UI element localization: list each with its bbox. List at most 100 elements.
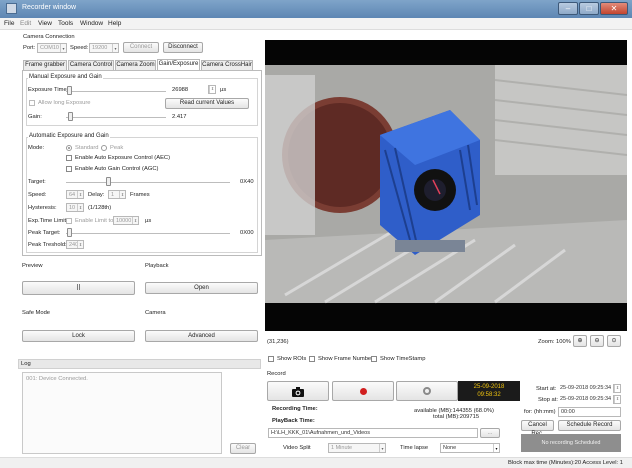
spinner-arrows-icon: ⇕	[209, 86, 215, 93]
chevron-down-icon: ▾	[112, 44, 118, 52]
target-slider-track	[66, 182, 230, 183]
mode-peak-label: Peak	[110, 145, 124, 151]
pause-preview-button[interactable]: II	[22, 281, 135, 295]
schedule-record-button[interactable]: Schedule Record	[558, 420, 621, 431]
exposure-slider-handle[interactable]	[67, 86, 72, 95]
show-rois-checkbox[interactable]	[268, 356, 274, 362]
menu-window[interactable]: Window	[80, 20, 103, 27]
zoom-out-icon[interactable]: ⊖	[590, 335, 604, 347]
menu-view[interactable]: View	[38, 20, 52, 27]
status-bar: Block max time (Minutes):20 Access Level…	[0, 457, 632, 468]
mode-standard-radio[interactable]	[66, 145, 72, 151]
allow-long-exposure-checkbox[interactable]	[29, 100, 35, 106]
maximize-button[interactable]: □	[579, 2, 599, 15]
spinner-arrows-icon: ⇕	[614, 385, 620, 392]
gain-value: 2.417	[172, 114, 187, 120]
start-at-input[interactable]: 25-09-2018 09:25:34	[558, 384, 621, 394]
menu-bar: File Edit View Tools Window Help	[0, 18, 632, 30]
save-path-input[interactable]: H:\LH_KKK_01\Aufnahmen_und_Videos	[268, 428, 478, 438]
stop-button[interactable]	[396, 381, 458, 401]
peak-threshold-input[interactable]: 240 ⇕	[66, 240, 84, 249]
exposure-value: 26988	[172, 87, 189, 93]
disconnect-button[interactable]: Disconnect	[163, 42, 203, 53]
frames-label: Frames	[130, 192, 150, 198]
gain-slider-track	[66, 117, 166, 118]
port-select[interactable]: COM10 ▾	[37, 43, 67, 53]
video-preview[interactable]	[265, 40, 628, 331]
clear-log-button[interactable]: Clear	[230, 443, 256, 454]
gain-label: Gain:	[28, 114, 42, 120]
agc-checkbox[interactable]	[66, 166, 72, 172]
exposure-spinner[interactable]: ⇕	[208, 85, 216, 94]
disk-total: total (MB):209715	[433, 414, 480, 420]
menu-tools[interactable]: Tools	[58, 20, 73, 27]
open-button[interactable]: Open	[145, 282, 258, 294]
menu-edit[interactable]: Edit	[20, 20, 31, 27]
stop-at-input[interactable]: 25-09-2018 09:25:34	[558, 395, 621, 405]
advanced-button[interactable]: Advanced	[145, 330, 258, 342]
delay-input[interactable]: 1 ⇕	[108, 190, 126, 199]
stop-at-spinner[interactable]: ⇕	[613, 395, 621, 404]
minimize-button[interactable]: –	[558, 2, 578, 15]
hysteresis-input[interactable]: 10 ⇕	[66, 203, 84, 212]
title-bar: Recorder window – □ ✕	[0, 0, 632, 18]
record-clock-date: 25-09-2018	[473, 384, 505, 390]
duration-input[interactable]: 00:00	[558, 407, 621, 417]
mode-peak-radio[interactable]	[101, 145, 107, 151]
lock-button[interactable]: Lock	[22, 330, 135, 342]
zoom-level: Zoom: 100%	[538, 339, 571, 345]
peak-target-value: 0X00	[240, 230, 254, 236]
auto-speed-input[interactable]: 64 ⇕	[66, 190, 84, 199]
spinner-arrows-icon: ⇕	[614, 396, 620, 403]
start-at-spinner[interactable]: ⇕	[613, 384, 621, 393]
allow-long-exposure-label: Allow long Exposure	[38, 100, 91, 106]
zoom-fit-icon[interactable]: ⊙	[607, 335, 621, 347]
camera-icon	[292, 387, 304, 397]
record-button[interactable]	[332, 381, 394, 401]
menu-file[interactable]: File	[4, 20, 14, 27]
exposure-slider-track	[66, 91, 166, 92]
close-button[interactable]: ✕	[600, 2, 628, 15]
video-split-select[interactable]: 1 Minute ▾	[328, 443, 386, 453]
spinner-arrows-icon: ⇕	[119, 191, 125, 198]
gain-slider-handle[interactable]	[68, 112, 73, 121]
tab-camera-zoom[interactable]: Camera Zoom	[115, 60, 156, 70]
target-slider-handle[interactable]	[106, 177, 111, 186]
tab-camera-crosshair[interactable]: Camera CrossHair	[201, 60, 253, 70]
target-label: Target:	[28, 179, 46, 185]
tab-camera-control[interactable]: Camera Control	[68, 60, 114, 70]
recording-time-label: Recording Time:	[272, 406, 318, 412]
show-timestamp-checkbox[interactable]	[371, 356, 377, 362]
start-at-label: Start at:	[536, 386, 557, 392]
speed-select[interactable]: 19200 ▾	[89, 43, 119, 53]
cursor-coordinates: (31,236)	[267, 339, 289, 345]
window-title: Recorder window	[22, 4, 77, 11]
exp-time-limit-label: Exp.Time Limit:	[28, 218, 68, 224]
read-current-values-button[interactable]: Read current Values	[165, 98, 249, 109]
aec-checkbox[interactable]	[66, 155, 72, 161]
tab-frame-grabber[interactable]: Frame grabber	[23, 60, 67, 70]
time-lapse-select[interactable]: None ▾	[440, 443, 500, 453]
show-frame-number-checkbox[interactable]	[309, 356, 315, 362]
limit-input[interactable]: 10000 ⇕	[113, 216, 139, 225]
browse-button[interactable]: ...	[480, 428, 500, 438]
snapshot-button[interactable]	[267, 381, 329, 401]
peak-target-slider-handle[interactable]	[67, 228, 72, 237]
status-text: Block max time (Minutes):20 Access Level…	[508, 460, 624, 466]
tab-gain-exposure[interactable]: Gain/Exposure	[157, 59, 200, 70]
stop-icon	[423, 387, 431, 395]
connect-button[interactable]: Connect	[123, 42, 159, 53]
camera-header: Camera	[145, 310, 166, 316]
show-timestamp-label: Show TimeStamp	[380, 356, 426, 362]
spinner-arrows-icon: ⇕	[77, 204, 83, 211]
enable-limit-checkbox[interactable]	[66, 218, 72, 224]
menu-help[interactable]: Help	[108, 20, 121, 27]
peak-target-label: Peak Target:	[28, 230, 61, 236]
zoom-in-icon[interactable]: ⊕	[573, 335, 587, 347]
speed-label: Speed:	[70, 45, 89, 51]
video-split-label: Video Split	[283, 445, 311, 451]
stop-at-label: Stop at:	[538, 397, 558, 403]
record-clock-time: 09:58:32	[477, 392, 501, 398]
log-area[interactable]: 001: Device Connected.	[22, 372, 222, 454]
cancel-record-button[interactable]: Cancel Rec.	[521, 420, 554, 437]
